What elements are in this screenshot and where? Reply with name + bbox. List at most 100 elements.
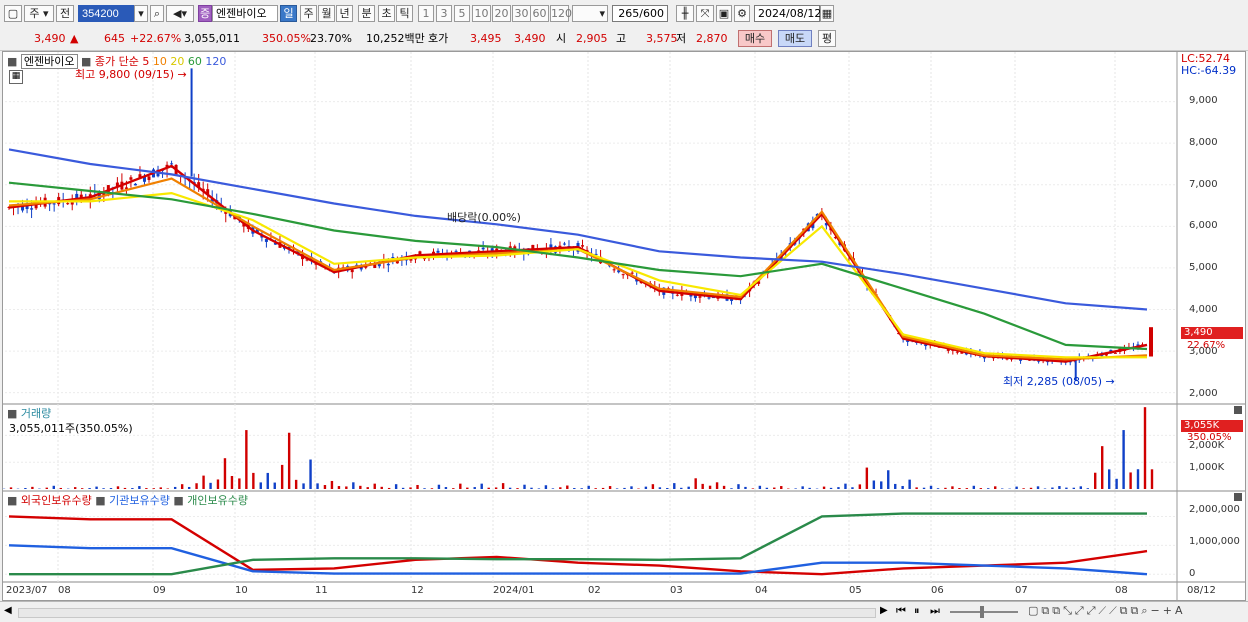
volume-bar	[267, 473, 269, 489]
volume-value: 3,055,011주(350.05%)	[9, 420, 133, 436]
quote-open: 2,905	[576, 31, 608, 47]
scroll-left-icon[interactable]: ◀	[4, 605, 12, 616]
interval-4[interactable]: 20	[492, 5, 511, 22]
code-dropdown-icon[interactable]: ▾	[134, 5, 148, 22]
legend-indiv: 개인보유수량	[187, 494, 248, 507]
interval-dropdown[interactable]: ▾	[572, 5, 608, 22]
period-0[interactable]: 일	[280, 5, 297, 22]
search-icon[interactable]: ⌕	[150, 5, 164, 22]
crosshair-icon[interactable]: ⤧	[696, 5, 714, 22]
volume-bar	[131, 488, 133, 489]
hc-value: HC:-64.39	[1181, 64, 1236, 77]
x-label: 07	[1015, 585, 1028, 596]
interval-6[interactable]: 60	[530, 5, 549, 22]
close-panel-icon[interactable]	[1234, 493, 1242, 501]
volume-bar	[60, 488, 62, 489]
x-label: 2023/07	[6, 585, 48, 596]
volume-bar	[502, 483, 504, 489]
chart-area[interactable]: ■ 엔젠바이오 ■ 종가 단순 5 10 20 60 120 ▦ 최고 9,80…	[2, 51, 1246, 601]
ma20-line	[9, 193, 1147, 357]
volume-bar	[623, 488, 625, 489]
volume-bar	[224, 458, 226, 489]
interval-7[interactable]: 120	[550, 5, 569, 22]
period-3[interactable]: 년	[336, 5, 353, 22]
candle-body	[698, 296, 701, 297]
eval-button[interactable]: 평	[818, 30, 836, 47]
last-icon[interactable]: ⏭	[930, 604, 940, 618]
x-label: 05	[849, 585, 862, 596]
zoom-slider[interactable]	[950, 611, 1018, 613]
volume-bar	[552, 488, 554, 489]
volume-bar	[937, 488, 939, 489]
volume-bar	[431, 488, 433, 489]
volume-bar	[1080, 486, 1082, 489]
last-candle	[1149, 327, 1153, 356]
up-arrow-icon: ▲	[70, 31, 78, 47]
table-icon[interactable]: ▦	[9, 70, 23, 84]
first-icon[interactable]: ⏮	[896, 604, 906, 618]
interval-5[interactable]: 30	[512, 5, 531, 22]
scrollbar[interactable]	[18, 608, 876, 618]
volume-bar	[752, 488, 754, 489]
drawing-tools-icon[interactable]: ▢⧉⧉⤡⤢⤢⟋⟋⧉⧉⌕−+A	[1028, 604, 1186, 618]
volume-bar	[723, 486, 725, 489]
volume-bar	[1037, 486, 1039, 489]
volume-bar	[488, 488, 490, 489]
speaker-icon[interactable]: ◀▾	[166, 5, 194, 22]
buy-button[interactable]: 매수	[738, 30, 772, 47]
zoom-thumb[interactable]	[980, 606, 984, 618]
volume-bar	[930, 486, 932, 489]
period-2[interactable]: 월	[318, 5, 335, 22]
candle-body	[53, 203, 56, 204]
volume-bar	[737, 484, 739, 489]
period-6[interactable]: 틱	[396, 5, 413, 22]
market-select[interactable]: 주 ▾	[24, 5, 54, 22]
price-ytick: 3,000	[1189, 346, 1218, 357]
candle-icon[interactable]: ╫	[676, 5, 694, 22]
volume-bar	[324, 485, 326, 489]
volume-bar	[359, 486, 361, 489]
legend-square-icon: ■	[7, 55, 17, 68]
quote-high-label: 고	[616, 31, 626, 47]
prev-button[interactable]: 전	[56, 5, 74, 22]
window-icon[interactable]: ▢	[4, 5, 22, 22]
save-icon[interactable]: ▣	[716, 5, 732, 22]
pause-icon[interactable]: ⏸	[914, 604, 920, 618]
period-5[interactable]: 초	[378, 5, 395, 22]
legend-inst: 기관보유수량	[109, 494, 170, 507]
calendar-icon[interactable]: ▦	[820, 5, 834, 22]
quote-bid-label: 호가	[428, 31, 448, 47]
interval-2[interactable]: 5	[454, 5, 470, 22]
price-ytick: 6,000	[1189, 220, 1218, 231]
stock-code-input[interactable]	[78, 5, 134, 22]
period-4[interactable]: 분	[358, 5, 375, 22]
volume-bar	[844, 484, 846, 489]
volume-bar	[509, 488, 511, 489]
period-1[interactable]: 주	[300, 5, 317, 22]
scroll-right-icon[interactable]: ▶	[880, 605, 888, 616]
volume-bar	[687, 487, 689, 489]
interval-0[interactable]: 1	[418, 5, 434, 22]
x-label: 2024/01	[493, 585, 535, 596]
volume-bar	[994, 486, 996, 489]
candle-body	[265, 239, 268, 242]
volume-bar	[195, 483, 197, 489]
legend-square-icon: ■	[95, 494, 105, 507]
close-panel-icon[interactable]	[1234, 406, 1242, 414]
volume-bar	[545, 485, 547, 489]
hold-ytick: 1,000,000	[1189, 536, 1240, 547]
volume-bar	[416, 485, 418, 489]
volume-bar	[694, 478, 696, 489]
date-input[interactable]: 2024/08/12	[754, 5, 820, 22]
candle-body	[613, 269, 616, 270]
gear-icon[interactable]: ⚙	[734, 5, 750, 22]
candle-body	[631, 273, 634, 274]
interval-3[interactable]: 10	[472, 5, 491, 22]
interval-1[interactable]: 3	[436, 5, 452, 22]
sell-button[interactable]: 매도	[778, 30, 812, 47]
quote-volume-ratio: 350.05%	[262, 31, 311, 47]
count-input[interactable]: 265/600	[612, 5, 668, 22]
volume-bar	[901, 486, 903, 489]
volume-bar	[859, 484, 861, 489]
volume-bar	[915, 487, 917, 489]
